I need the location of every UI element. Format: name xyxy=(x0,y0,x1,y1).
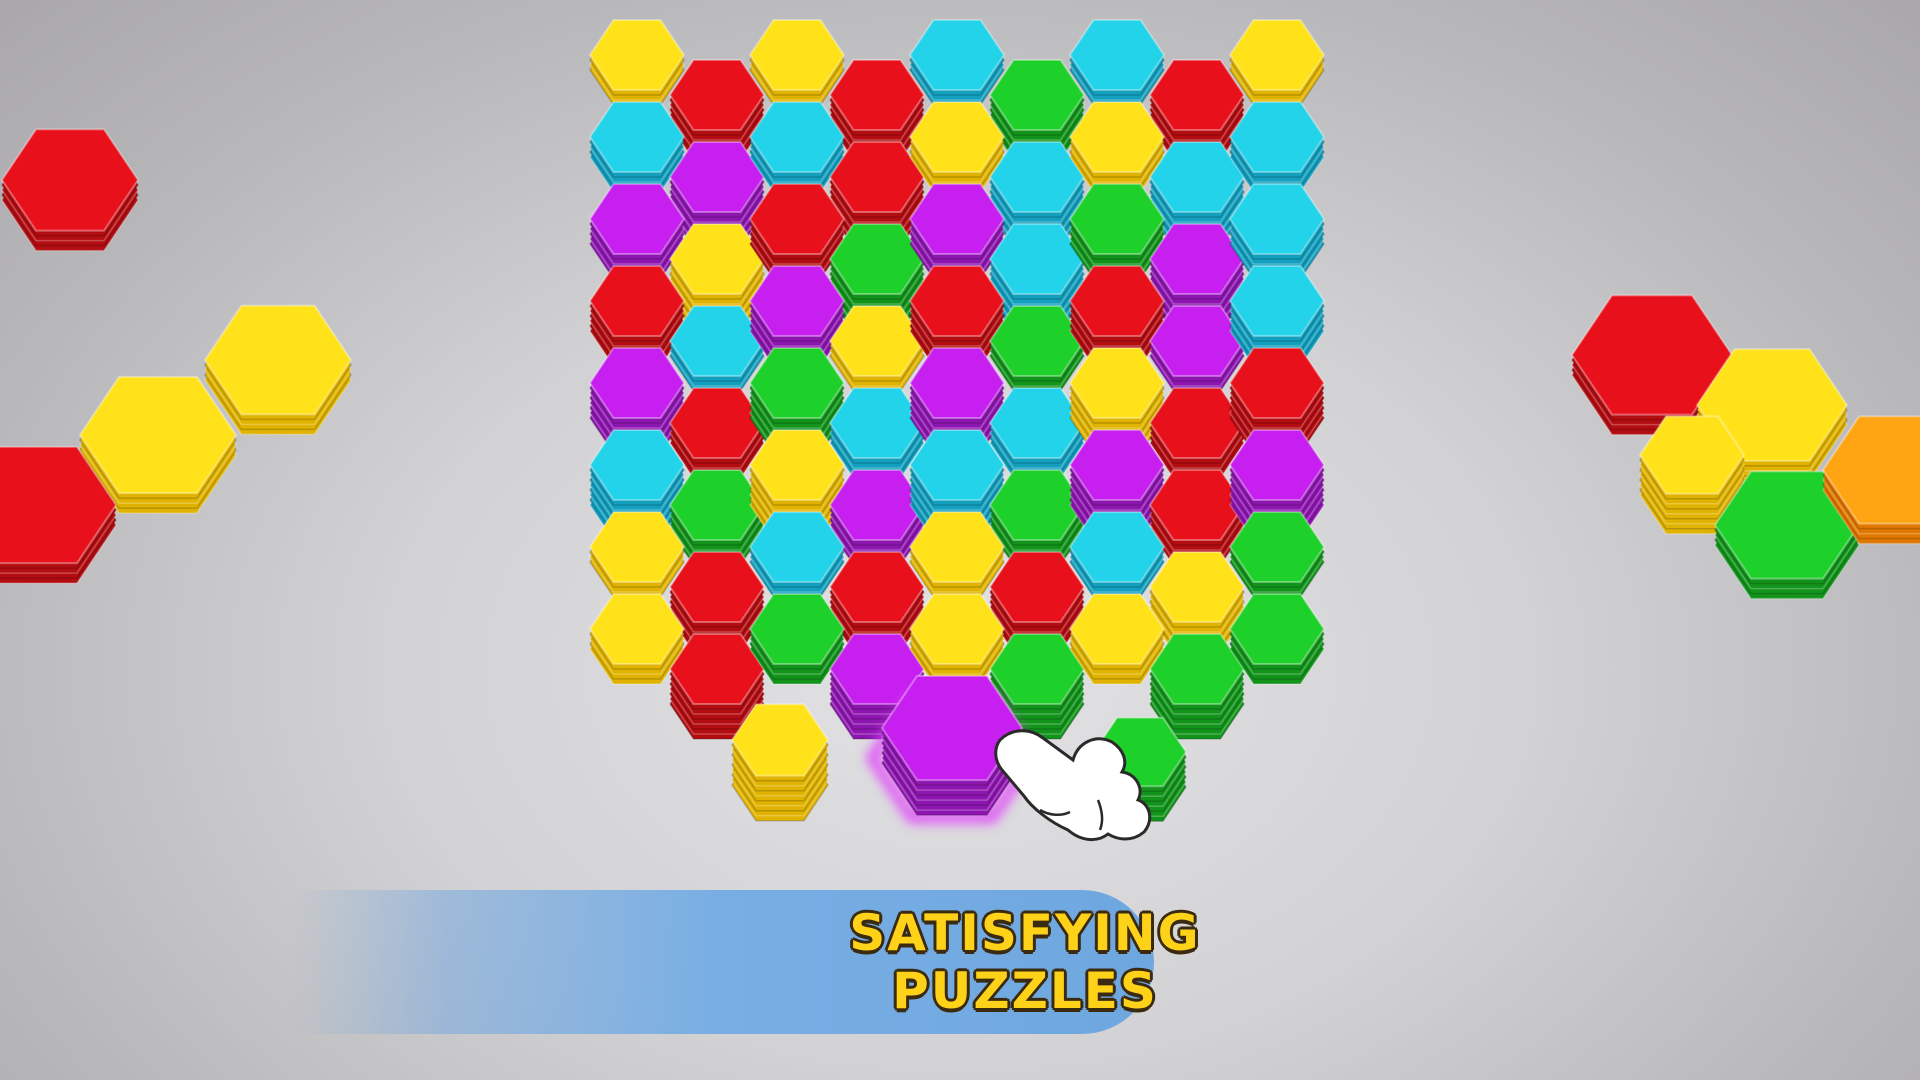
board-tile-6-8[interactable] xyxy=(1228,511,1326,598)
board-tile-6-4[interactable] xyxy=(908,511,1006,598)
feature-banner: SATISFYING PUZZLES xyxy=(290,890,1199,1034)
right-decor-hexes xyxy=(1570,294,1920,600)
board-tile-0-0[interactable] xyxy=(588,19,686,106)
board-tile-3-5[interactable] xyxy=(988,305,1086,392)
banner-line-1: SATISFYING xyxy=(849,904,1201,962)
board-tile-7-8[interactable] xyxy=(1228,593,1326,685)
left-hex-2[interactable] xyxy=(203,304,353,436)
board-tile-0-6[interactable] xyxy=(1068,19,1166,106)
board-tile-3-3[interactable] xyxy=(828,305,926,392)
board-tile-3-7[interactable] xyxy=(1148,305,1246,392)
board-tile-6-0[interactable] xyxy=(588,511,686,598)
tray-stack-0[interactable] xyxy=(730,703,830,822)
board-tile-1-8[interactable] xyxy=(1228,101,1326,193)
board-tile-0-4[interactable] xyxy=(908,19,1006,106)
board-tile-0-8[interactable] xyxy=(1228,19,1326,106)
board-tile-6-2[interactable] xyxy=(748,511,846,598)
board-tile-0-2[interactable] xyxy=(748,19,846,106)
banner-title: SATISFYING PUZZLES xyxy=(830,890,1220,1034)
board-tile-2-8[interactable] xyxy=(1228,183,1326,280)
hex-board xyxy=(588,19,1326,740)
board-tile-6-6[interactable] xyxy=(1068,511,1166,598)
left-hex-0[interactable] xyxy=(0,128,140,252)
left-decor-hexes xyxy=(0,128,353,584)
board-tile-3-1[interactable] xyxy=(668,305,766,392)
banner-line-2: PUZZLES xyxy=(892,962,1158,1020)
